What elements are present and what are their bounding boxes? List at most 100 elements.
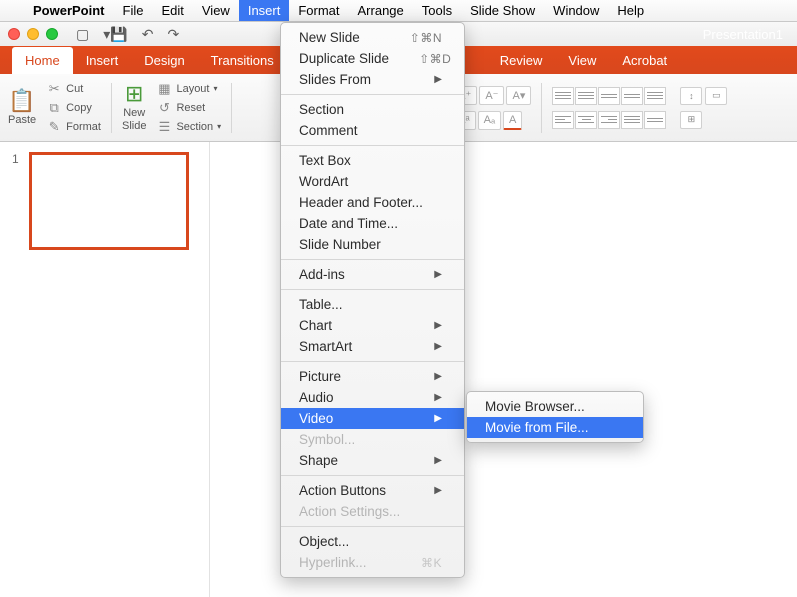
menu-item-shape[interactable]: Shape ▶	[281, 450, 464, 471]
tab-home[interactable]: Home	[12, 47, 73, 74]
menu-item-audio[interactable]: Audio ▶	[281, 387, 464, 408]
menu-item-label: Text Box	[299, 153, 351, 168]
traffic-lights	[8, 28, 58, 40]
slide-panel[interactable]: 1	[0, 142, 210, 597]
menu-item-add-ins[interactable]: Add-ins ▶	[281, 264, 464, 285]
tab-design[interactable]: Design	[131, 47, 197, 74]
slide-thumbnail[interactable]	[29, 152, 189, 250]
menu-slideshow[interactable]: Slide Show	[461, 0, 544, 21]
qat-save-icon[interactable]: ▾💾	[103, 26, 127, 43]
menu-item-header-and-footer[interactable]: Header and Footer...	[281, 192, 464, 213]
increase-indent-button[interactable]	[621, 87, 643, 105]
copy-button[interactable]: ⧉Copy	[46, 100, 101, 116]
submenu-arrow-icon: ▶	[434, 413, 442, 424]
reset-button[interactable]: ↺Reset	[156, 100, 221, 116]
menu-item-table[interactable]: Table...	[281, 294, 464, 315]
tab-view[interactable]: View	[555, 47, 609, 74]
align-right-button[interactable]	[598, 111, 620, 129]
menu-item-action-buttons[interactable]: Action Buttons▶	[281, 480, 464, 501]
qat-redo-icon[interactable]: ↷	[167, 26, 179, 43]
paste-label: Paste	[8, 114, 36, 126]
menu-item-label: Add-ins	[299, 267, 345, 282]
menu-item-new-slide[interactable]: New Slide⇧⌘N	[281, 27, 464, 48]
slide-number-label: 1	[12, 152, 19, 166]
convert-smartart-button[interactable]: ⊞	[680, 111, 702, 129]
layout-button[interactable]: ▦Layout▾	[156, 81, 221, 97]
menu-item-action-settings: Action Settings...	[281, 501, 464, 522]
text-direction-button[interactable]: ↕	[680, 87, 702, 105]
menu-item-slides-from[interactable]: Slides From▶	[281, 69, 464, 90]
window-zoom-button[interactable]	[46, 28, 58, 40]
clear-format-button[interactable]: A▾	[506, 86, 531, 105]
menu-item-label: Shape	[299, 453, 338, 468]
submenu-item-movie-from-file[interactable]: Movie from File...	[467, 417, 643, 438]
paste-button[interactable]: 📋 Paste	[8, 90, 36, 126]
line-spacing-button[interactable]	[644, 87, 666, 105]
decrease-indent-button[interactable]	[598, 87, 620, 105]
menu-file[interactable]: File	[114, 0, 153, 21]
tab-insert[interactable]: Insert	[73, 47, 132, 74]
menu-item-label: Audio	[299, 390, 334, 405]
menu-item-symbol: Symbol...	[281, 429, 464, 450]
menu-item-label: Hyperlink...	[299, 555, 367, 570]
menu-item-wordart[interactable]: WordArt	[281, 171, 464, 192]
submenu-arrow-icon: ▶	[434, 341, 442, 352]
menu-view[interactable]: View	[193, 0, 239, 21]
quick-access-toolbar: ▢ ▾💾 ↶ ↷	[76, 26, 179, 43]
qat-new-icon[interactable]: ▢	[76, 26, 89, 43]
change-case-button[interactable]: Aₐ	[478, 111, 501, 130]
menu-item-label: Symbol...	[299, 432, 355, 447]
submenu-item-movie-browser[interactable]: Movie Browser...	[467, 396, 643, 417]
align-center-button[interactable]	[575, 111, 597, 129]
window-minimize-button[interactable]	[27, 28, 39, 40]
tab-acrobat[interactable]: Acrobat	[609, 47, 680, 74]
window-close-button[interactable]	[8, 28, 20, 40]
insert-menu: New Slide⇧⌘NDuplicate Slide⇧⌘DSlides Fro…	[280, 22, 465, 578]
menu-edit[interactable]: Edit	[152, 0, 192, 21]
menu-separator	[281, 259, 464, 260]
submenu-arrow-icon: ▶	[434, 269, 442, 280]
cut-button[interactable]: ✂Cut	[46, 81, 101, 97]
menu-item-picture[interactable]: Picture▶	[281, 366, 464, 387]
qat-undo-icon[interactable]: ↶	[142, 26, 154, 43]
mac-menubar: PowerPoint File Edit View Insert Format …	[0, 0, 797, 22]
columns-button[interactable]	[644, 111, 666, 129]
menu-item-date-and-time[interactable]: Date and Time...	[281, 213, 464, 234]
submenu-arrow-icon: ▶	[434, 455, 442, 466]
menu-arrange[interactable]: Arrange	[349, 0, 413, 21]
menu-item-slide-number[interactable]: Slide Number	[281, 234, 464, 255]
menu-format[interactable]: Format	[289, 0, 348, 21]
menu-item-chart[interactable]: Chart▶	[281, 315, 464, 336]
menu-item-object[interactable]: Object...	[281, 531, 464, 552]
menu-window[interactable]: Window	[544, 0, 608, 21]
separator	[111, 83, 112, 133]
align-text-button[interactable]: ▭	[705, 87, 727, 105]
scissors-icon: ✂	[46, 81, 62, 97]
numbering-button[interactable]	[575, 87, 597, 105]
align-buttons	[552, 111, 666, 129]
tab-review[interactable]: Review	[487, 47, 556, 74]
section-button[interactable]: ☰Section▾	[156, 119, 221, 135]
menu-separator	[281, 289, 464, 290]
menu-item-text-box[interactable]: Text Box	[281, 150, 464, 171]
menu-item-comment[interactable]: Comment	[281, 120, 464, 141]
app-name[interactable]: PowerPoint	[24, 0, 114, 21]
menu-item-label: WordArt	[299, 174, 348, 189]
menu-item-section[interactable]: Section	[281, 99, 464, 120]
decrease-font-button[interactable]: A⁻	[479, 86, 504, 105]
menu-help[interactable]: Help	[608, 0, 653, 21]
font-color-button[interactable]: A	[503, 111, 522, 130]
justify-button[interactable]	[621, 111, 643, 129]
menu-item-video[interactable]: Video▶	[281, 408, 464, 429]
menu-item-smartart[interactable]: SmartArt▶	[281, 336, 464, 357]
tab-transitions[interactable]: Transitions	[198, 47, 287, 74]
bullets-button[interactable]	[552, 87, 574, 105]
menu-tools[interactable]: Tools	[413, 0, 461, 21]
menu-item-duplicate-slide[interactable]: Duplicate Slide⇧⌘D	[281, 48, 464, 69]
align-left-button[interactable]	[552, 111, 574, 129]
submenu-arrow-icon: ▶	[434, 392, 442, 403]
shortcut-label: ⌘K	[421, 556, 442, 570]
menu-insert[interactable]: Insert	[239, 0, 290, 21]
new-slide-button[interactable]: ⊞ New Slide	[122, 83, 146, 131]
format-painter-button[interactable]: ✎Format	[46, 119, 101, 135]
